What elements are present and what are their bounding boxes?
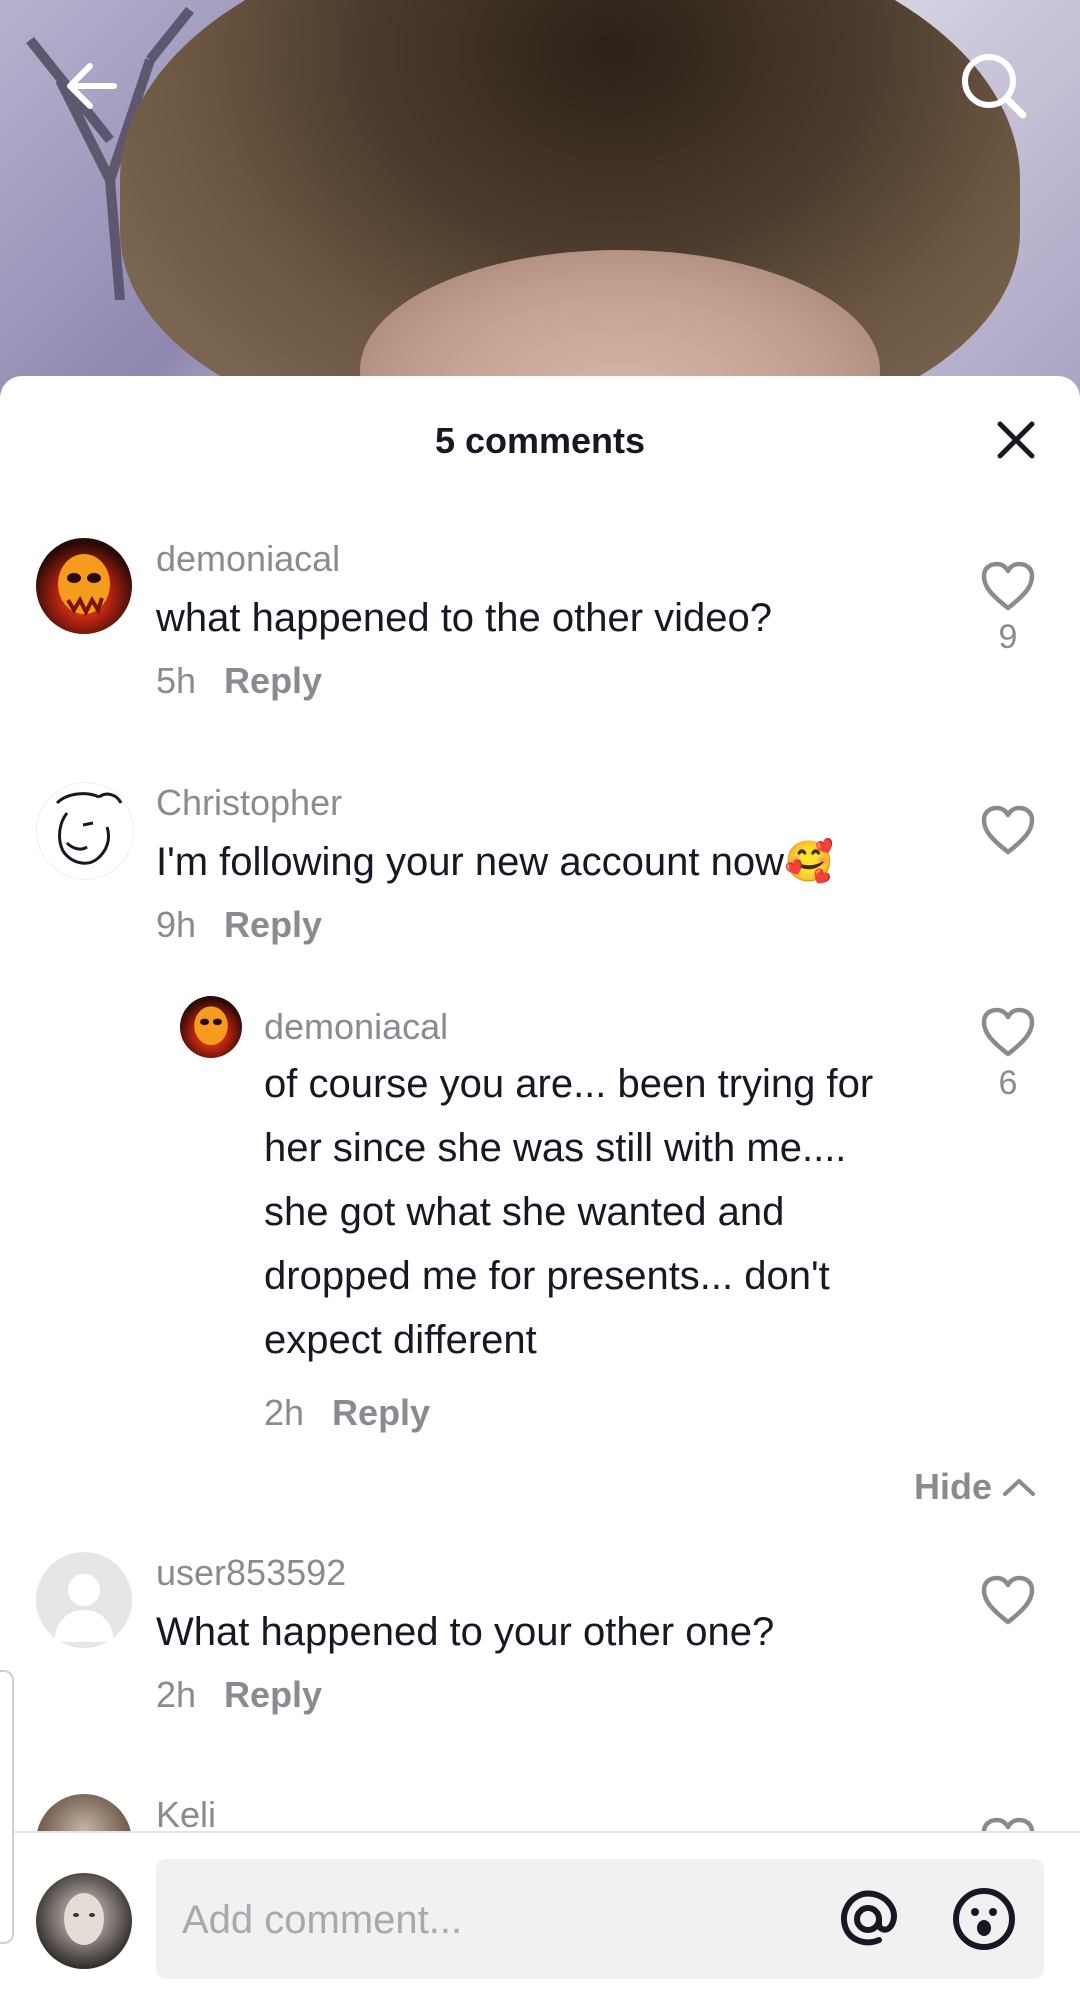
skull-avatar-image bbox=[58, 554, 110, 617]
current-user-avatar bbox=[36, 1873, 132, 1969]
hide-replies-label: Hide bbox=[913, 1466, 992, 1507]
comment-text: What happened to your other one? bbox=[156, 1610, 775, 1654]
comment-meta: 2h Reply bbox=[156, 1674, 322, 1716]
avatar[interactable] bbox=[36, 1552, 132, 1648]
comment-input-box[interactable] bbox=[156, 1859, 1044, 1981]
reply-username[interactable]: demoniacal bbox=[264, 1006, 448, 1048]
mention-button[interactable] bbox=[832, 1883, 904, 1955]
like-button[interactable]: 9 bbox=[973, 560, 1043, 657]
comment-time: 9h bbox=[156, 904, 197, 945]
like-button[interactable] bbox=[973, 804, 1043, 862]
skull-avatar-image bbox=[194, 1006, 228, 1046]
search-icon bbox=[962, 54, 1027, 119]
avatar[interactable] bbox=[36, 538, 132, 634]
comment-text: I'm following your new account now🥰 bbox=[156, 840, 834, 884]
comments-count-title: 5 comments bbox=[434, 420, 646, 461]
avatar[interactable] bbox=[36, 782, 134, 880]
reply-meta: 2h Reply bbox=[264, 1392, 430, 1434]
close-button[interactable] bbox=[988, 412, 1044, 468]
comment-composer bbox=[0, 1831, 1080, 2007]
comment-username[interactable]: Christopher bbox=[156, 782, 342, 824]
comments-header: 5 comments bbox=[0, 376, 1080, 506]
video-background bbox=[0, 0, 1080, 400]
emoji-icon bbox=[953, 1888, 1015, 1950]
comment-username[interactable]: Keli bbox=[156, 1794, 216, 1831]
reply-text: of course you are... been trying for her… bbox=[264, 1062, 874, 1362]
search-button[interactable] bbox=[954, 46, 1034, 126]
comments-sheet: 5 comments demoniacal what happened to t… bbox=[0, 376, 1080, 2007]
reply-button[interactable]: Reply bbox=[332, 1392, 430, 1433]
comments-list[interactable]: demoniacal what happened to the other vi… bbox=[0, 506, 1080, 1831]
default-user-avatar-icon bbox=[54, 1574, 114, 1642]
hide-replies-button[interactable]: Hide bbox=[914, 1466, 1036, 1508]
like-count: 6 bbox=[998, 1064, 1018, 1102]
heart-outline-icon bbox=[981, 805, 1035, 855]
avatar[interactable] bbox=[36, 1794, 132, 1831]
emoji-button[interactable] bbox=[948, 1883, 1020, 1955]
comment-input[interactable] bbox=[180, 1859, 784, 1981]
like-button[interactable]: 6 bbox=[973, 1006, 1043, 1103]
reply-time: 2h bbox=[264, 1392, 305, 1433]
chevron-up-icon bbox=[1003, 1479, 1035, 1496]
comment-username[interactable]: user853592 bbox=[156, 1552, 346, 1594]
like-button[interactable] bbox=[973, 1816, 1043, 1831]
goat-sketch-avatar-image bbox=[55, 792, 123, 865]
heart-outline-icon bbox=[981, 561, 1035, 611]
heart-outline-icon bbox=[981, 1817, 1035, 1831]
at-sign-icon bbox=[841, 1890, 897, 1946]
avatar[interactable] bbox=[180, 996, 242, 1058]
comment-time: 2h bbox=[156, 1674, 197, 1715]
side-edge-handle bbox=[0, 1670, 14, 1944]
comment-meta: 5h Reply bbox=[156, 660, 322, 702]
like-count: 9 bbox=[998, 618, 1018, 656]
comment-username[interactable]: demoniacal bbox=[156, 538, 340, 580]
back-button[interactable] bbox=[52, 46, 132, 126]
comment-text: what happened to the other video? bbox=[156, 596, 773, 640]
like-button[interactable] bbox=[973, 1574, 1043, 1626]
reply-button[interactable]: Reply bbox=[224, 1674, 322, 1715]
heart-outline-icon bbox=[981, 1575, 1035, 1625]
arrow-left-icon bbox=[67, 63, 117, 109]
current-user-photo bbox=[64, 1893, 104, 1945]
comment-time: 5h bbox=[156, 660, 197, 701]
comment-meta: 9h Reply bbox=[156, 904, 322, 946]
heart-outline-icon bbox=[981, 1007, 1035, 1057]
reply-button[interactable]: Reply bbox=[224, 904, 322, 945]
reply-button[interactable]: Reply bbox=[224, 660, 322, 701]
close-icon bbox=[997, 421, 1035, 459]
